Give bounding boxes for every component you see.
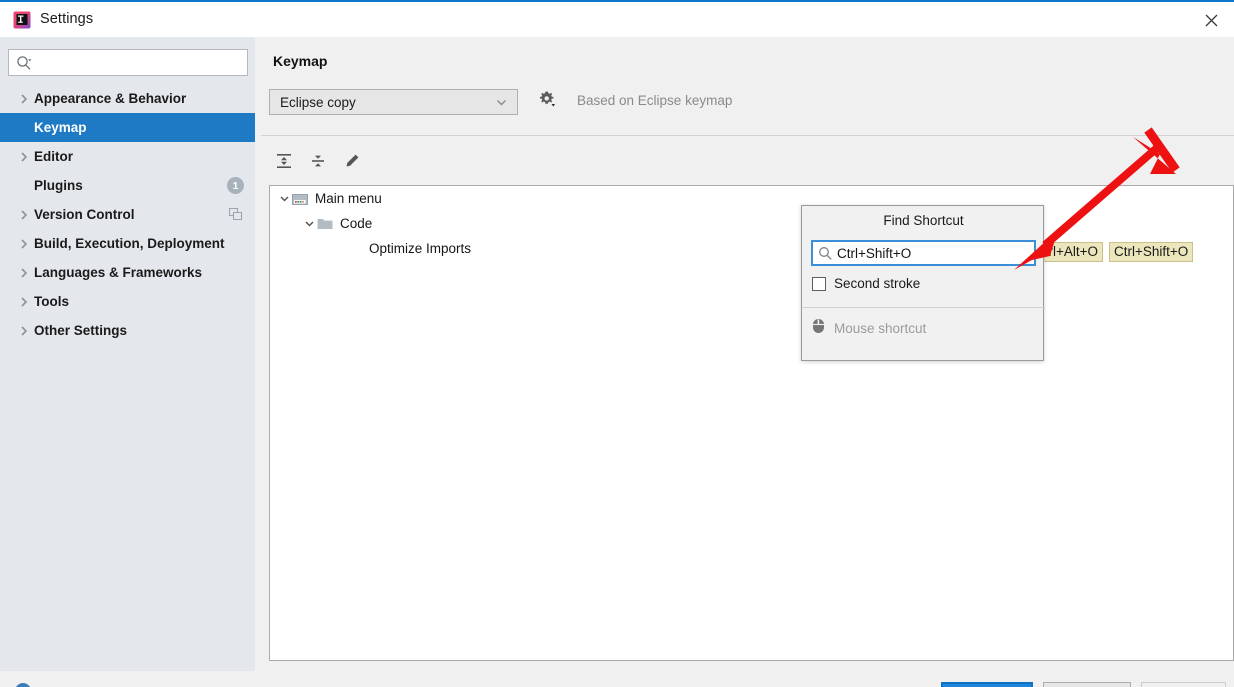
expand-all-button[interactable] <box>271 151 297 175</box>
sidebar-item-label: Other Settings <box>34 323 128 338</box>
keymap-settings-panel: Keymap Eclipse copy Based on Eclipse key… <box>255 37 1234 671</box>
sidebar-item-languages-frameworks[interactable]: Languages & Frameworks <box>0 258 255 287</box>
chevron-right-icon <box>16 207 32 223</box>
tree-row[interactable]: Main menu <box>270 186 1233 211</box>
window-title: Settings <box>40 11 94 27</box>
find-shortcut-popup: Find Shortcut Ctrl+Shift+O Second stroke <box>801 205 1045 361</box>
expand-all-icon <box>275 152 293 175</box>
sidebar-item-build-execution-deployment[interactable]: Build, Execution, Deployment <box>0 229 255 258</box>
sidebar-item-label: Version Control <box>34 207 135 222</box>
popup-title: Find Shortcut <box>883 213 964 228</box>
sidebar-search-box[interactable] <box>8 49 248 76</box>
find-shortcut-input[interactable]: Ctrl+Shift+O <box>811 240 1036 266</box>
sidebar-item-label: Build, Execution, Deployment <box>34 236 225 251</box>
second-stroke-checkbox[interactable]: Second stroke <box>812 276 920 291</box>
search-icon <box>818 246 833 266</box>
chevron-right-icon <box>16 91 32 107</box>
checkbox-box <box>812 276 826 291</box>
keymap-select[interactable]: Eclipse copy <box>269 89 518 115</box>
second-stroke-label: Second stroke <box>834 276 921 291</box>
mouse-shortcut-label: Mouse shortcut <box>834 321 927 336</box>
sidebar-item-label: Keymap <box>34 120 87 135</box>
cancel-button[interactable]: Cancel <box>1043 682 1131 687</box>
divider <box>261 135 1234 136</box>
sidebar-item-keymap[interactable]: Keymap <box>0 113 255 142</box>
chevron-down-icon <box>495 96 508 114</box>
sidebar-item-label: Plugins <box>34 178 83 193</box>
collapse-all-button[interactable] <box>305 151 331 175</box>
mouse-icon <box>812 318 825 339</box>
sidebar-search-input[interactable] <box>39 50 244 75</box>
close-icon[interactable] <box>1196 7 1226 33</box>
page-title: Keymap <box>273 53 328 69</box>
find-shortcut-input-value: Ctrl+Shift+O <box>837 246 912 261</box>
keymap-select-value: Eclipse copy <box>280 94 356 110</box>
tree-row-label: Main menu <box>315 191 382 206</box>
shortcut-badge: Ctrl+Shift+O <box>1109 242 1194 262</box>
main-menu-icon <box>292 191 310 207</box>
based-on-label: Based on Eclipse keymap <box>577 93 733 108</box>
tree-row-label: Optimize Imports <box>369 241 472 256</box>
shortcut-badge-group: Ctrl+Alt+O Ctrl+Shift+O <box>1030 242 1194 262</box>
sidebar-item-other-settings[interactable]: Other Settings <box>0 316 255 345</box>
folder-icon <box>317 216 335 232</box>
sidebar-item-label: Languages & Frameworks <box>34 265 203 280</box>
mouse-shortcut-option[interactable]: Mouse shortcut <box>812 318 926 339</box>
chevron-down-icon[interactable] <box>276 191 292 207</box>
settings-sidebar: Appearance & Behavior Keymap Editor Plug… <box>0 37 255 671</box>
settings-window: Settings Appearance & Behavior Keymap Ed… <box>0 0 1234 687</box>
sidebar-item-label: Tools <box>34 294 69 309</box>
sidebar-item-plugins[interactable]: Plugins 1 <box>0 171 255 200</box>
chevron-right-icon <box>16 236 32 252</box>
sidebar-item-tools[interactable]: Tools <box>0 287 255 316</box>
sidebar-item-editor[interactable]: Editor <box>0 142 255 171</box>
copy-icon <box>229 208 243 221</box>
keymap-tree-toolbar <box>255 143 1234 278</box>
chevron-right-icon <box>16 294 32 310</box>
chevron-down-icon[interactable] <box>301 216 317 232</box>
keymap-settings-gear-button[interactable] <box>533 89 561 115</box>
apply-button[interactable]: Apply <box>1141 682 1226 687</box>
tree-row[interactable]: Code <box>270 211 1233 236</box>
collapse-all-icon <box>309 152 327 175</box>
chevron-right-icon <box>16 149 32 165</box>
edit-shortcut-button[interactable] <box>339 151 365 175</box>
chevron-right-icon <box>16 323 32 339</box>
chevron-right-icon <box>16 265 32 281</box>
sidebar-item-label: Appearance & Behavior <box>34 91 187 106</box>
ok-button[interactable]: OK <box>941 682 1033 687</box>
sidebar-item-label: Editor <box>34 149 73 164</box>
status-badge: 1 <box>227 177 244 194</box>
tree-row-label: Code <box>340 216 373 231</box>
intellij-idea-logo-icon <box>13 11 31 29</box>
title-bar: Settings <box>0 2 1234 37</box>
sidebar-item-appearance-behavior[interactable]: Appearance & Behavior <box>0 84 255 113</box>
pencil-edit-icon <box>343 152 361 175</box>
search-icon <box>16 55 32 76</box>
sidebar-item-version-control[interactable]: Version Control <box>0 200 255 229</box>
sidebar-nav-list: Appearance & Behavior Keymap Editor Plug… <box>0 84 255 345</box>
gear-icon <box>538 90 557 114</box>
popup-divider <box>802 307 1045 308</box>
